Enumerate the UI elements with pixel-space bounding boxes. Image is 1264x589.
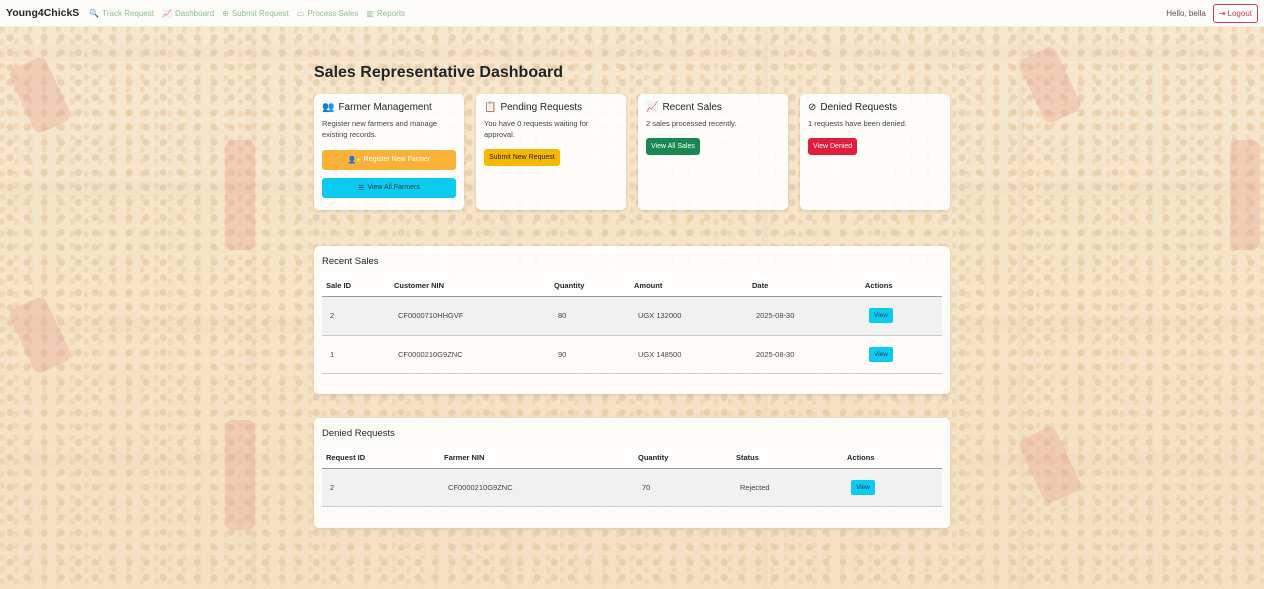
user-plus-icon: 👤+: [347, 156, 361, 164]
nav-link-label: Dashboard: [175, 8, 215, 18]
column-header: Actions: [861, 275, 942, 297]
view-button[interactable]: View: [869, 308, 893, 323]
quantity-cell: 90: [550, 335, 630, 374]
quantity-cell: 70: [634, 468, 732, 507]
nav-user-area: Hello, bella ⇥ Logout: [1166, 3, 1258, 23]
page-title: Sales Representative Dashboard: [314, 64, 563, 81]
column-header: Request ID: [322, 447, 440, 469]
card-title: 👥 Farmer Management: [322, 102, 456, 113]
nav-link-label: Reports: [377, 8, 406, 18]
panel-title: Denied Requests: [322, 428, 395, 439]
column-header: Amount: [630, 275, 748, 297]
nav-process-sales[interactable]: ▭ Process Sales: [297, 9, 359, 18]
card-text: 1 requests have been denied.: [808, 119, 907, 128]
card-title-text: Denied Requests: [820, 102, 898, 113]
users-icon: 👥: [322, 102, 335, 113]
nav-link-label: Track Request: [102, 8, 155, 18]
button-label: Register New Farmer: [363, 156, 431, 164]
money-bill-icon: ▭: [296, 8, 305, 18]
table-row: 2 CF0000210G9ZNC 70 Rejected View: [322, 468, 942, 507]
top-navbar: Young4ChickS 🔍 Track Request 📈 Dashboard ⊕…: [0, 0, 1264, 27]
view-button[interactable]: View: [869, 346, 893, 362]
logout-button[interactable]: ⇥ Logout: [1212, 3, 1258, 23]
status-cell: Rejected: [732, 468, 843, 507]
column-header: Date: [748, 275, 861, 297]
nav-reports[interactable]: ▥ Reports: [366, 9, 405, 18]
column-header: Actions: [843, 447, 942, 469]
ban-icon: ⊘: [808, 102, 817, 113]
column-header: Sale ID: [322, 275, 390, 297]
card-pending-requests: 📋 Pending Requests You have 0 requests wa…: [476, 94, 626, 210]
recent-sales-table: Sale ID Customer NIN Quantity Amount Dat…: [322, 275, 942, 374]
card-title: ⊘ Denied Requests: [808, 102, 942, 113]
search-icon: 🔍: [89, 8, 100, 18]
table-row: 2 CF0000710HHGVF 80 UGX 132000 2025-08-3…: [322, 296, 942, 336]
card-title-text: Recent Sales: [662, 102, 722, 113]
nav-link-label: Submit Request: [231, 8, 289, 18]
column-header: Farmer NIN: [440, 447, 634, 469]
logout-label: Logout: [1227, 8, 1252, 18]
card-recent-sales: 📈 Recent Sales 2 sales processed recently…: [638, 94, 788, 210]
column-header: Customer NIN: [390, 275, 550, 297]
button-label: View All Farmers: [367, 184, 420, 192]
card-text: You have 0 requests waiting for approval…: [484, 119, 589, 139]
column-header: Quantity: [634, 447, 732, 469]
card-farmer-management: 👥 Farmer Management Register new farmers …: [314, 94, 464, 210]
chart-bar-icon: ▥: [366, 8, 375, 18]
table-row: 1 CF0000210G9ZNC 90 UGX 148500 2025-08-3…: [322, 335, 942, 374]
actions-cell: View: [861, 296, 942, 336]
nav-dashboard[interactable]: 📈 Dashboard: [162, 9, 214, 18]
actions-cell: View: [843, 468, 942, 507]
customer-nin-cell: CF0000210G9ZNC: [390, 335, 550, 374]
date-cell: 2025-08-30: [748, 296, 861, 336]
denied-requests-panel: Denied Requests Request ID Farmer NIN Qu…: [314, 418, 950, 528]
register-new-farmer-button[interactable]: 👤+ Register New Farmer: [322, 149, 456, 170]
view-denied-button[interactable]: View Denied: [808, 137, 858, 155]
column-header: Quantity: [550, 275, 630, 297]
amount-cell: UGX 148500: [630, 335, 748, 374]
card-title: 📈 Recent Sales: [646, 102, 780, 113]
farmer-nin-cell: CF0000210G9ZNC: [440, 468, 634, 507]
actions-cell: View: [861, 335, 942, 374]
nav-submit-request[interactable]: ⊕ Submit Request: [222, 9, 289, 18]
panel-title: Recent Sales: [322, 256, 379, 267]
user-greeting: Hello, bella: [1166, 8, 1206, 18]
view-button[interactable]: View: [851, 479, 875, 495]
table-header-row: Sale ID Customer NIN Quantity Amount Dat…: [322, 275, 942, 297]
plus-circle-icon: ⊕: [222, 8, 229, 18]
list-icon: ☰: [358, 184, 365, 192]
recent-sales-panel: Recent Sales Sale ID Customer NIN Quanti…: [314, 246, 950, 394]
card-title-text: Pending Requests: [500, 102, 583, 113]
sign-out-icon: ⇥: [1218, 8, 1226, 18]
card-denied-requests: ⊘ Denied Requests 1 requests have been de…: [800, 94, 950, 210]
nav-link-label: Process Sales: [307, 8, 359, 18]
chart-line-icon: 📈: [162, 8, 172, 18]
column-header: Status: [732, 447, 843, 469]
view-all-farmers-button[interactable]: ☰ View All Farmers: [322, 177, 456, 198]
submit-new-request-button[interactable]: Submit New Request: [484, 148, 560, 166]
nav-track-request[interactable]: 🔍 Track Request: [89, 9, 154, 18]
request-id-cell: 2: [322, 468, 440, 507]
clipboard-icon: 📋: [484, 102, 497, 113]
amount-cell: UGX 132000: [630, 296, 748, 336]
sale-id-cell: 2: [322, 296, 390, 336]
view-all-sales-button[interactable]: View All Sales: [646, 137, 700, 155]
denied-requests-table: Request ID Farmer NIN Quantity Status Ac…: [322, 447, 942, 507]
card-text: 2 sales processed recently.: [646, 119, 737, 128]
card-text: Register new farmers and manage existing…: [322, 119, 438, 139]
quantity-cell: 80: [550, 296, 630, 336]
customer-nin-cell: CF0000710HHGVF: [390, 296, 550, 336]
date-cell: 2025-08-30: [748, 335, 861, 374]
chart-line-icon: 📈: [646, 102, 659, 113]
sale-id-cell: 1: [322, 335, 390, 374]
brand-logo[interactable]: Young4ChickS: [6, 7, 79, 19]
card-title: 📋 Pending Requests: [484, 102, 618, 113]
card-title-text: Farmer Management: [338, 102, 432, 113]
table-header-row: Request ID Farmer NIN Quantity Status Ac…: [322, 447, 942, 469]
